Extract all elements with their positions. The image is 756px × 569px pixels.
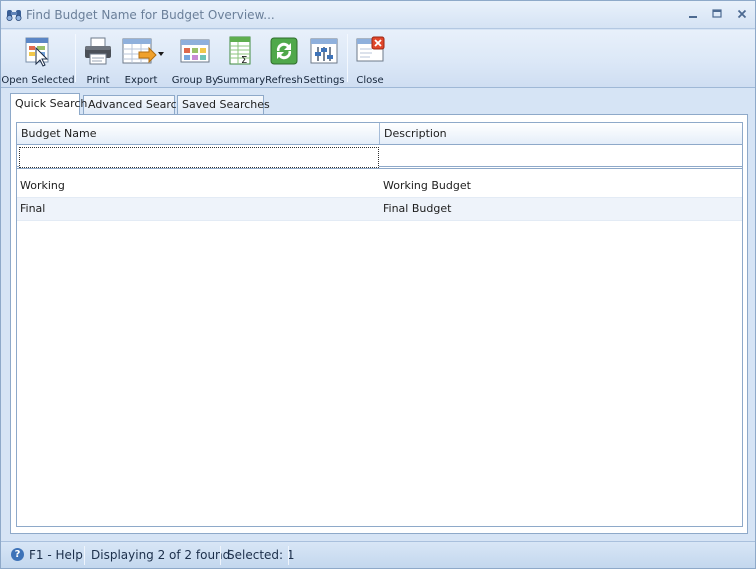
status-help[interactable]: F1 - Help: [29, 547, 83, 563]
help-icon[interactable]: ?: [11, 548, 24, 561]
status-selected: Selected: 1: [227, 548, 295, 562]
summary-button[interactable]: Σ Summary: [216, 32, 266, 86]
maximize-icon: [712, 9, 722, 18]
grid-header: Budget Name Description: [17, 123, 742, 145]
tab-quick-search[interactable]: Quick Search: [10, 93, 87, 115]
group-by-button[interactable]: Group By: [171, 32, 219, 86]
close-window-button[interactable]: [732, 6, 752, 22]
binoculars-icon: [6, 10, 22, 21]
tab-advanced-search[interactable]: Advanced Search: [83, 95, 184, 114]
description-filter-input[interactable]: [381, 147, 740, 168]
export-icon: [121, 34, 171, 68]
printer-icon: [81, 34, 115, 68]
find-dialog-window: Find Budget Name for Budget Overview...: [0, 0, 756, 569]
results-grid: Budget Name Description Working Working …: [16, 122, 743, 527]
toolbar-separator: [347, 34, 348, 82]
toolbar-separator: [75, 34, 76, 82]
column-header-description[interactable]: Description: [380, 123, 742, 144]
settings-icon: [307, 34, 341, 68]
minimize-icon: [689, 16, 697, 18]
summary-icon: Σ: [224, 34, 258, 68]
cell-description: Final Budget: [383, 202, 452, 215]
settings-label: Settings: [303, 75, 345, 86]
column-header-budget-name[interactable]: Budget Name: [17, 123, 380, 144]
settings-button[interactable]: Settings: [303, 32, 345, 86]
close-button[interactable]: Close: [353, 32, 387, 86]
table-row[interactable]: Final Final Budget: [17, 198, 742, 221]
status-separator: [220, 546, 221, 565]
cell-budget-name: Working: [20, 179, 65, 192]
refresh-label: Refresh: [265, 75, 303, 86]
filter-cell-budget-name[interactable]: [19, 147, 379, 168]
cell-description: Working Budget: [383, 179, 471, 192]
print-label: Print: [86, 75, 110, 86]
export-button[interactable]: Export: [120, 32, 172, 86]
close-window-icon: [353, 34, 387, 68]
open-selected-icon: [21, 34, 55, 68]
open-selected-button[interactable]: Open Selected: [1, 32, 75, 86]
status-bar: ? F1 - Help Displaying 2 of 2 found Sele…: [1, 541, 755, 568]
maximize-button[interactable]: [707, 6, 727, 22]
quick-search-panel: Budget Name Description Working Working …: [10, 114, 748, 534]
grid-rows: Working Working Budget Final Final Budge…: [17, 175, 742, 221]
status-separator: [84, 546, 85, 565]
tab-saved-searches[interactable]: Saved Searches: [177, 95, 270, 114]
group-by-label: Group By: [171, 75, 219, 86]
summary-label: Summary: [216, 75, 266, 86]
print-button[interactable]: Print: [80, 32, 116, 86]
budget-name-filter-input[interactable]: [20, 148, 378, 167]
table-row[interactable]: Working Working Budget: [17, 175, 742, 198]
title-bar[interactable]: Find Budget Name for Budget Overview...: [1, 1, 755, 29]
refresh-icon: [267, 34, 301, 68]
close-icon: [737, 9, 747, 19]
close-label: Close: [356, 75, 384, 86]
window-title: Find Budget Name for Budget Overview...: [26, 8, 275, 22]
refresh-button[interactable]: Refresh: [265, 32, 303, 86]
open-selected-label: Open Selected: [1, 75, 75, 86]
filter-row: [17, 145, 742, 169]
ribbon-toolbar: Open Selected Print Export Group By Σ Su…: [1, 30, 755, 88]
filter-cell-description[interactable]: [381, 147, 740, 168]
export-label: Export: [124, 75, 158, 86]
group-by-icon: [178, 34, 212, 68]
status-displaying: Displaying 2 of 2 found: [91, 548, 231, 562]
status-separator: [288, 546, 289, 565]
cell-budget-name: Final: [20, 202, 46, 215]
minimize-button[interactable]: [683, 6, 703, 22]
svg-text:Σ: Σ: [241, 55, 247, 66]
